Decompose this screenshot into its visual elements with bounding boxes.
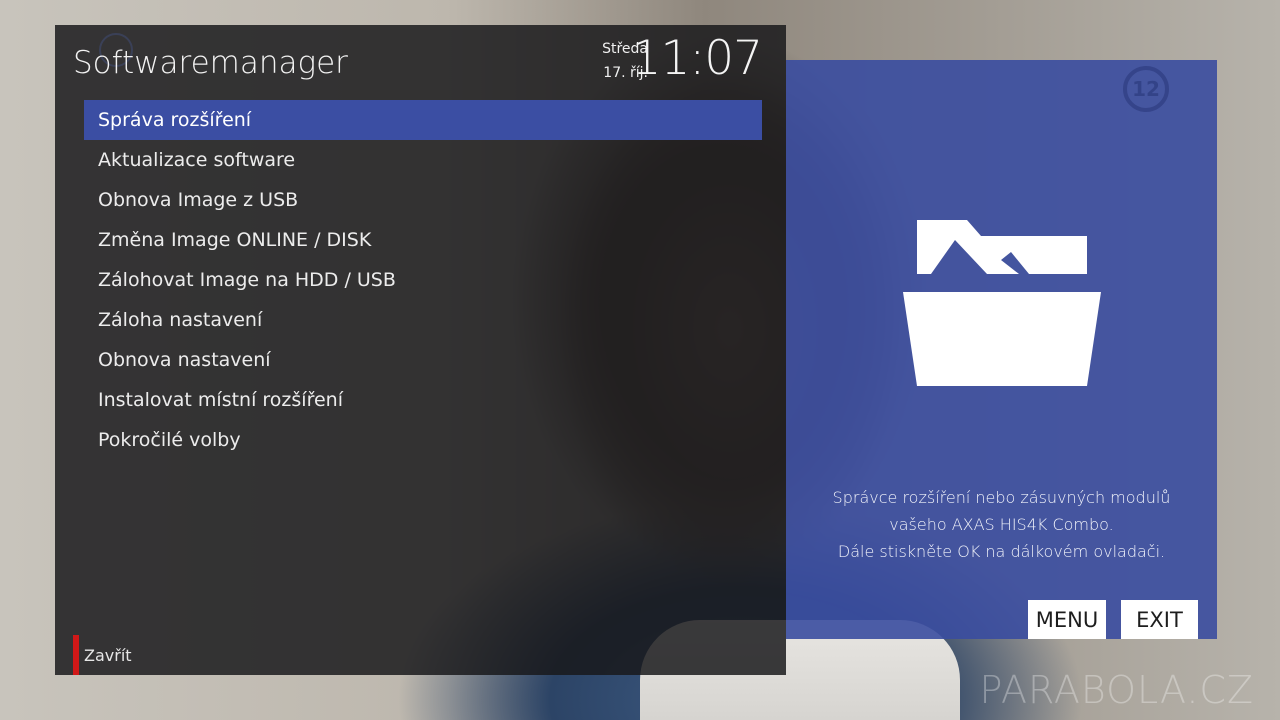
close-button[interactable]: Zavřít xyxy=(84,646,132,665)
exit-button[interactable]: EXIT xyxy=(1121,600,1198,639)
clock: 11:07 xyxy=(631,31,763,86)
menu-item-zaloha-nastaveni[interactable]: Záloha nastavení xyxy=(84,300,762,340)
info-line-1: Správce rozšíření nebo zásuvných modulů xyxy=(832,488,1171,507)
menu-item-pokrocile-volby[interactable]: Pokročilé volby xyxy=(84,420,762,460)
info-panel: 12 Správce rozšíření nebo zásuvných modu… xyxy=(786,60,1217,639)
page-title: Softwaremanager xyxy=(73,45,348,81)
menu-item-obnova-image-usb[interactable]: Obnova Image z USB xyxy=(84,180,762,220)
menu-panel: Softwaremanager Středa 17. říj. 11:07 Sp… xyxy=(55,25,786,675)
red-key-indicator xyxy=(73,635,79,675)
watermark: PARABOLA.CZ xyxy=(979,668,1254,712)
menu-item-sprava-rozsireni[interactable]: Správa rozšíření xyxy=(84,100,762,140)
menu-item-obnova-nastaveni[interactable]: Obnova nastavení xyxy=(84,340,762,380)
info-line-2: vašeho AXAS HIS4K Combo. xyxy=(889,515,1114,534)
menu-button[interactable]: MENU xyxy=(1028,600,1106,639)
info-description: Správce rozšíření nebo zásuvných modulů … xyxy=(786,484,1217,565)
menu-list: Správa rozšíření Aktualizace software Ob… xyxy=(84,100,762,460)
channel-12-logo-icon: 12 xyxy=(1123,66,1169,112)
open-folder-icon xyxy=(903,220,1101,386)
menu-item-zmena-image[interactable]: Změna Image ONLINE / DISK xyxy=(84,220,762,260)
menu-item-instalovat-mistni[interactable]: Instalovat místní rozšíření xyxy=(84,380,762,420)
menu-item-aktualizace-software[interactable]: Aktualizace software xyxy=(84,140,762,180)
menu-item-zalohovat-image[interactable]: Zálohovat Image na HDD / USB xyxy=(84,260,762,300)
info-line-3: Dále stiskněte OK na dálkovém ovladači. xyxy=(837,542,1166,561)
